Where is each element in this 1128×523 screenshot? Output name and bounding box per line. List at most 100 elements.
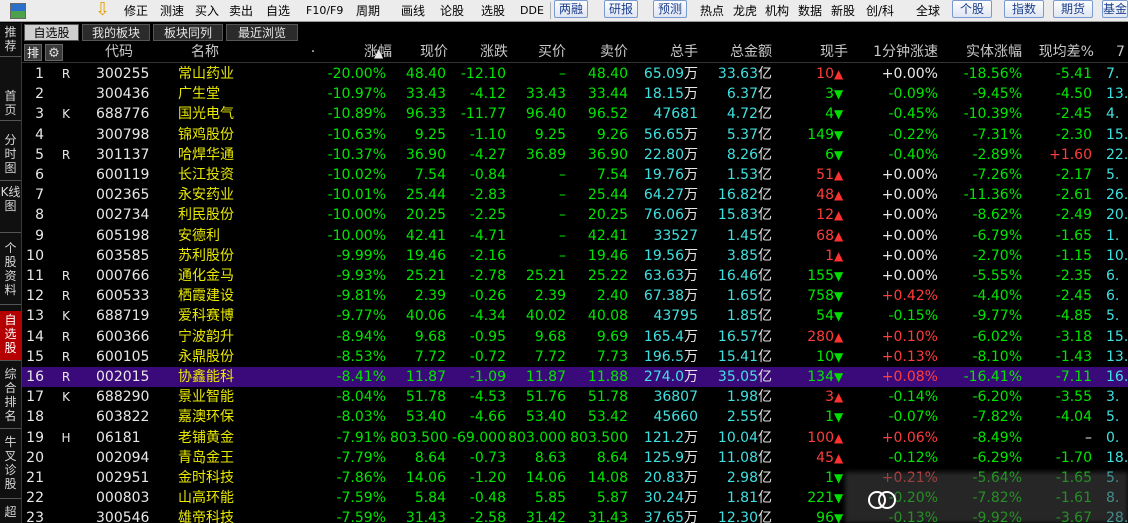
toolbar-button-stock[interactable]: 个股 <box>952 0 992 18</box>
row-change-pct: -8.04% <box>336 389 386 406</box>
table-row[interactable]: 4 300798 锦鸡股份 -10.63% 9.25 -1.10 9.25 9.26 -2.30… <box>22 125 1128 145</box>
row-code: 002734 <box>96 207 150 224</box>
left-nav-recommend[interactable]: 推荐 <box>0 23 21 57</box>
col-more[interactable]: 7 <box>1116 44 1128 61</box>
toolbar-item-f10[interactable]: F10/F9 <box>306 4 343 18</box>
row-amount-unit: 亿 <box>758 490 772 507</box>
row-ask: 5.87 <box>596 490 628 507</box>
table-row[interactable]: 19 H 06181 老铺黄金 -7.91% 803.500 -69.000 803.000 8… <box>22 428 1128 448</box>
left-nav-kline[interactable]: K线图 <box>0 183 21 233</box>
row-change-pct: -7.91% <box>336 429 386 446</box>
col-change-pct[interactable]: 涨幅 <box>342 44 392 61</box>
col-name[interactable]: 名称 <box>180 44 230 61</box>
row-amount: 8.26 <box>726 146 758 163</box>
toolbar-button-forecast[interactable]: 预测 <box>653 0 687 18</box>
table-row[interactable]: 1 R 300255 常山药业 -20.00% 48.40 -12.10–48.40 -5.4… <box>22 64 1128 84</box>
col-volume[interactable]: 总手 <box>648 44 698 61</box>
row-extra: 0. <box>1106 429 1120 446</box>
row-current-vol: 3 <box>825 389 834 406</box>
left-nav-watchlist[interactable]: 自选股 <box>0 311 21 361</box>
sort-button[interactable]: 排 <box>24 44 42 61</box>
toolbar-item-discuss[interactable]: 论股 <box>440 4 464 18</box>
toolbar-item-dde[interactable]: DDE <box>520 4 544 18</box>
toolbar-button-futures[interactable]: 期货 <box>1053 0 1093 18</box>
table-row[interactable]: 6 600119 长江投资 -10.02% 7.54 -0.84–7.54 -2.17 5. 1… <box>22 165 1128 185</box>
col-amount[interactable]: 总金额 <box>712 44 772 61</box>
table-row[interactable]: 8 002734 利民股份 -10.00% 20.25 -2.25–20.25 -2.49 2… <box>22 205 1128 225</box>
toolbar-button-margin[interactable]: 两融 <box>554 0 588 18</box>
left-nav-stock-info[interactable]: 个股资料 <box>0 239 21 305</box>
table-row[interactable]: 9 605198 安德利 -10.00% 42.41 -4.71–42.41 -1.65 1.… <box>22 226 1128 246</box>
row-volume: 33527 <box>653 227 698 244</box>
table-row[interactable]: 13 K 688719 爱科赛博 -9.77% 40.06 -4.34 40.02 40.08-… <box>22 306 1128 326</box>
col-code[interactable]: 代码 <box>94 44 144 61</box>
toolbar-item-period[interactable]: 周期 <box>356 4 380 18</box>
table-row[interactable]: 15 R 600105 永鼎股份 -8.53% 7.72 -0.72 7.72 7.73 -1.4… <box>22 347 1128 367</box>
toolbar-item-speed-test[interactable]: 测速 <box>160 4 184 18</box>
table-row[interactable]: 16 R 002015 协鑫能科 -8.41% 11.87 -1.09 11.87 11.88-… <box>22 367 1128 387</box>
table-row[interactable]: 10 603585 苏利股份 -9.99% 19.46 -2.16–19.46 -1.15 1… <box>22 246 1128 266</box>
toolbar-item-hot[interactable]: 热点 <box>700 4 724 18</box>
toolbar-button-index[interactable]: 指数 <box>1004 0 1044 18</box>
grid-icon[interactable] <box>8 1 28 20</box>
left-nav-more[interactable]: 超 <box>0 503 21 523</box>
toolbar-item-select-stock[interactable]: 选股 <box>481 4 505 18</box>
tab-my-sectors[interactable]: 我的板块 <box>82 24 150 41</box>
toolbar-item-global[interactable]: 全球 <box>916 4 940 18</box>
table-row[interactable]: 18 603822 嘉澳环保 -8.03% 53.40 -4.66 53.40 53.42 -4… <box>22 407 1128 427</box>
toolbar-button-fund[interactable]: 基金 <box>1102 0 1128 18</box>
col-change[interactable]: 涨跌 <box>458 44 508 61</box>
table-row[interactable]: 12 R 600533 栖霞建设 -9.81% 2.39 -0.26 2.39 2.40 -2.4… <box>22 286 1128 306</box>
col-avg-diff[interactable]: 现均差% <box>1022 44 1094 61</box>
toolbar-item-buy[interactable]: 买入 <box>195 4 219 18</box>
table-row[interactable]: 3 K 688776 国光电气 -10.89% 96.33 -11.77 96.40 96.52… <box>22 104 1128 124</box>
toolbar-item-dragon-tiger[interactable]: 龙虎 <box>733 4 757 18</box>
toolbar-item-star-market[interactable]: 创/科 <box>866 4 894 18</box>
col-current-vol[interactable]: 现手 <box>798 44 848 61</box>
toolbar-item-sell[interactable]: 卖出 <box>229 4 253 18</box>
gear-icon[interactable]: ⚙ <box>45 44 63 61</box>
toolbar-button-research[interactable]: 研报 <box>604 0 638 18</box>
col-ask[interactable]: 卖价 <box>578 44 628 61</box>
col-bid[interactable]: 买价 <box>516 44 566 61</box>
table-row[interactable]: 17 K 688290 景业智能 -8.04% 51.78 -4.53 51.76 51.78-… <box>22 387 1128 407</box>
col-real-change[interactable]: 实体涨幅 <box>952 44 1022 61</box>
table-row[interactable]: 5 R 301137 哈焊华通 -10.37% 36.90 -4.27 36.89 36.90 +… <box>22 145 1128 165</box>
toolbar-item-watchlist[interactable]: 自选 <box>266 4 290 18</box>
download-icon[interactable] <box>94 0 114 20</box>
left-nav-ranking[interactable]: 综合排名 <box>0 365 21 429</box>
row-current-vol: 758 <box>807 288 834 305</box>
table-row[interactable]: 7 002365 永安药业 -10.01% 25.44 -2.83–25.44 -2.61 2… <box>22 185 1128 205</box>
left-nav-home[interactable]: 首页 <box>0 87 21 121</box>
row-speed: -0.07% <box>888 409 938 426</box>
row-amount-unit: 亿 <box>758 247 772 264</box>
table-row[interactable]: 11 R 000766 通化金马 -9.93% 25.21 -2.78 25.21 25.22-… <box>22 266 1128 286</box>
row-volume: 43795 <box>653 308 698 325</box>
table-row[interactable]: 20 002094 青岛金王 -7.79% 8.64 -0.73 8.63 8.64 -1.70… <box>22 448 1128 468</box>
table-row[interactable]: 2 300436 广生堂 -10.97% 33.43 -4.12 33.43 33.44 -4.… <box>22 84 1128 104</box>
row-real-change: -9.45% <box>972 86 1022 103</box>
tab-recent-browse[interactable]: 最近浏览 <box>226 24 298 41</box>
row-current-vol: 4 <box>825 106 834 123</box>
col-price[interactable]: 现价 <box>398 44 448 61</box>
row-amount-unit: 亿 <box>758 429 772 446</box>
row-avg-diff: -3.55 <box>1055 389 1092 406</box>
table-row[interactable]: 14 R 600366 宁波韵升 -8.94% 9.68 -0.95 9.68 9.69 -3.1… <box>22 327 1128 347</box>
toolbar-item-draw[interactable]: 画线 <box>401 4 425 18</box>
row-code: 603585 <box>96 247 150 264</box>
toolbar-item-institution[interactable]: 机构 <box>765 4 789 18</box>
row-tag: R <box>61 349 71 364</box>
col-speed[interactable]: 1分钟涨速 <box>846 44 938 61</box>
row-amount: 3.85 <box>726 247 758 264</box>
row-avg-diff: -5.41 <box>1055 66 1092 82</box>
row-index: 1 <box>35 66 44 82</box>
left-nav-intraday[interactable]: 分时图 <box>0 131 21 181</box>
toolbar-item-fix[interactable]: 修正 <box>124 4 148 18</box>
left-nav-diagnosis[interactable]: 牛叉诊股 <box>0 433 21 499</box>
tab-sector-same-row[interactable]: 板块同列 <box>153 24 223 41</box>
toolbar-item-data[interactable]: 数据 <box>798 4 822 18</box>
toolbar-item-new-stock[interactable]: 新股 <box>831 4 855 18</box>
row-current-vol: 1 <box>825 470 834 486</box>
tab-watchlist[interactable]: 自选股 <box>24 24 79 41</box>
arrow-down-icon: ▼ <box>834 289 844 304</box>
